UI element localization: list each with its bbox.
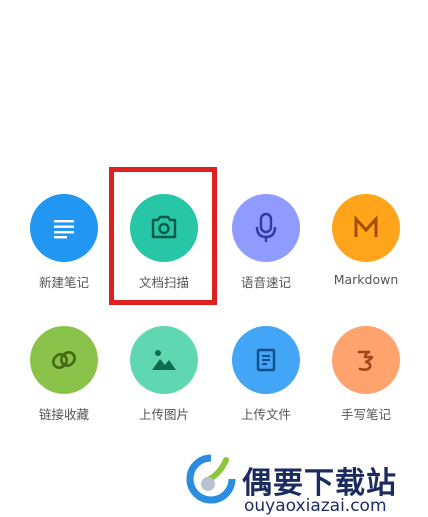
new-note-label: 新建笔记: [38, 275, 89, 290]
watermark-logo-icon: [186, 454, 236, 504]
upload-file-label: 上传文件: [240, 407, 291, 422]
watermark: 偶要下载站 ouyaoxiazai.com: [180, 454, 428, 517]
new-note-button[interactable]: 新建笔记: [14, 194, 114, 314]
save-link-button[interactable]: 链接收藏: [14, 326, 114, 446]
upload-file-button[interactable]: 上传文件: [216, 326, 316, 446]
handwriting-icon: [332, 326, 400, 394]
markdown-button[interactable]: Markdown: [316, 194, 416, 314]
handwriting-note-button[interactable]: 手写笔记: [316, 326, 416, 446]
microphone-icon: [232, 194, 300, 262]
upload-image-label: 上传图片: [138, 407, 189, 422]
note-lines-icon: [30, 194, 98, 262]
upload-image-button[interactable]: 上传图片: [114, 326, 214, 446]
markdown-m-icon: [332, 194, 400, 262]
watermark-url: ouyaoxiazai.com: [244, 496, 387, 516]
highlight-box: [109, 167, 217, 305]
file-icon: [232, 326, 300, 394]
voice-memo-label: 语音速记: [240, 275, 291, 290]
save-link-label: 链接收藏: [38, 407, 89, 422]
markdown-label: Markdown: [333, 272, 399, 287]
link-icon: [30, 326, 98, 394]
handwriting-note-label: 手写笔记: [340, 407, 391, 422]
voice-memo-button[interactable]: 语音速记: [216, 194, 316, 314]
image-icon: [130, 326, 198, 394]
